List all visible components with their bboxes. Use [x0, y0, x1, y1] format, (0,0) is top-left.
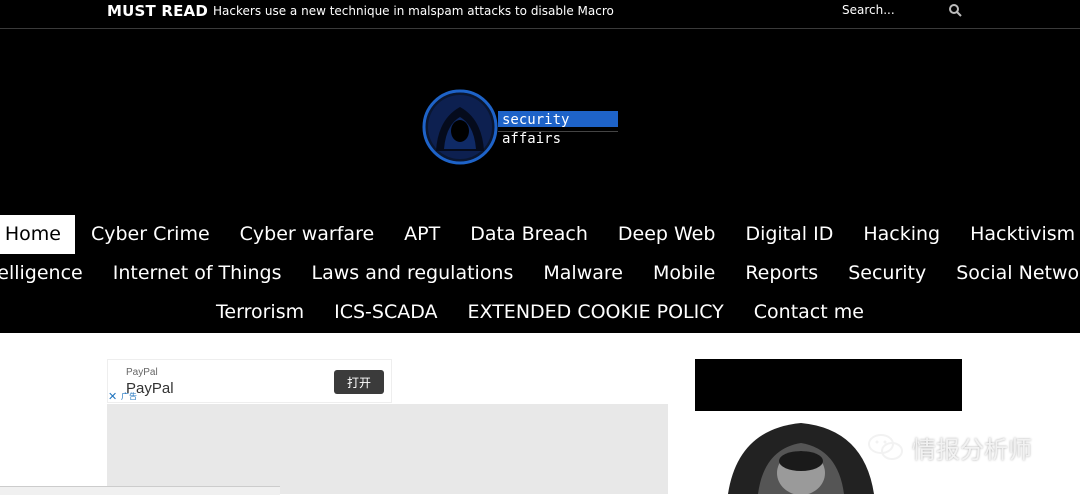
nav-item-ics-scada[interactable]: ICS-SCADA — [320, 293, 451, 332]
ad-open-button[interactable]: 打开 — [334, 370, 384, 394]
paypal-ad-banner[interactable]: PayPal PayPal 打开 — [107, 359, 392, 403]
hooded-figure-graphic — [718, 421, 884, 494]
nav-item-deep-web[interactable]: Deep Web — [604, 215, 730, 254]
nav-item-malware[interactable]: Malware — [529, 254, 637, 293]
ticker-headline-link[interactable]: Hackers use a new technique in malspam a… — [213, 4, 614, 18]
nav-item-reports[interactable]: Reports — [731, 254, 832, 293]
nav-row-1: Home Cyber Crime Cyber warfare APT Data … — [0, 215, 1080, 254]
svg-text:affairs: affairs — [502, 131, 561, 147]
site-header: security affairs Home Cyber Crime Cyber … — [0, 29, 1080, 333]
nav-item-hacktivism[interactable]: Hacktivism — [956, 215, 1080, 254]
sidebar-banner — [695, 359, 962, 411]
nav-item-intelligence[interactable]: Intelligence — [0, 254, 97, 293]
nav-item-hacking[interactable]: Hacking — [849, 215, 954, 254]
nav-item-home[interactable]: Home — [0, 215, 75, 254]
ad-advertiser-small: PayPal — [126, 367, 158, 378]
must-read-label: MUST READ — [107, 2, 209, 20]
security-affairs-logo[interactable]: security affairs — [422, 89, 622, 165]
nav-item-security[interactable]: Security — [834, 254, 940, 293]
search-icon[interactable] — [948, 3, 962, 17]
nav-item-mobile[interactable]: Mobile — [639, 254, 729, 293]
nav-item-social-networks[interactable]: Social Networks — [942, 254, 1080, 293]
sidebar-hooded-figure-image[interactable] — [718, 421, 884, 494]
nav-item-digital-id[interactable]: Digital ID — [731, 215, 847, 254]
nav-row-3: Terrorism ICS-SCADA EXTENDED COOKIE POLI… — [0, 293, 1080, 332]
search-input[interactable] — [838, 1, 946, 19]
nav-item-internet-of-things[interactable]: Internet of Things — [99, 254, 296, 293]
ad-tag-label: 广告 — [121, 392, 137, 401]
nav-item-apt[interactable]: APT — [390, 215, 454, 254]
wechat-watermark: 情报分析师 — [866, 430, 1032, 464]
main-navigation: Home Cyber Crime Cyber warfare APT Data … — [0, 215, 1080, 332]
watermark-text: 情报分析师 — [912, 435, 1032, 464]
wechat-icon — [868, 434, 903, 460]
nav-item-contact-me[interactable]: Contact me — [740, 293, 878, 332]
svg-text:security: security — [502, 112, 569, 128]
content-placeholder — [107, 404, 668, 494]
nav-item-extended-cookie-policy[interactable]: EXTENDED COOKIE POLICY — [454, 293, 738, 332]
top-bar: MUST READ Hackers use a new technique in… — [0, 0, 1080, 29]
nav-row-2: Intelligence Internet of Things Laws and… — [0, 254, 1080, 293]
nav-item-data-breach[interactable]: Data Breach — [456, 215, 602, 254]
nav-item-laws-and-regulations[interactable]: Laws and regulations — [297, 254, 527, 293]
ad-close-icon[interactable]: ✕ — [108, 390, 117, 403]
nav-item-cyber-crime[interactable]: Cyber Crime — [77, 215, 224, 254]
nav-item-cyber-warfare[interactable]: Cyber warfare — [226, 215, 389, 254]
nav-item-terrorism[interactable]: Terrorism — [202, 293, 318, 332]
